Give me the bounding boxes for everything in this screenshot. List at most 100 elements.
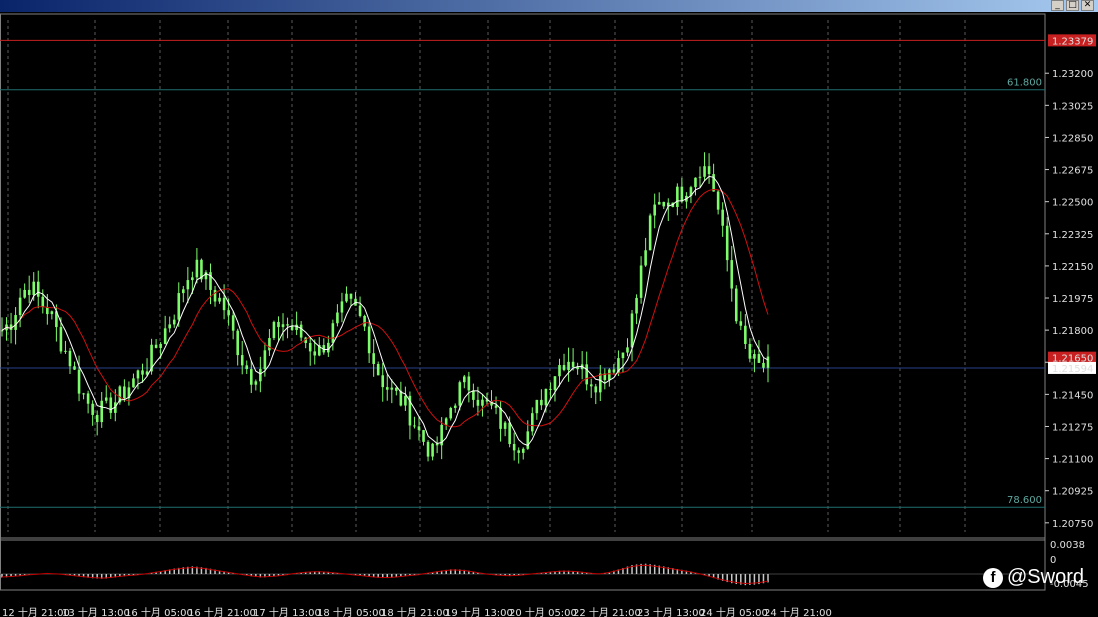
candle-body: [18, 297, 22, 316]
candle-body: [82, 393, 85, 395]
candle-body: [0, 330, 4, 332]
candle-body: [277, 321, 280, 328]
candle-body: [73, 366, 76, 370]
candle-body: [639, 265, 643, 298]
candle-body: [680, 186, 684, 202]
time-axis-label: 24 十月 05:00: [700, 606, 768, 617]
candle-body: [730, 260, 734, 289]
chart-canvas[interactable]: 12 十月 21:0013 十月 13:0016 十月 05:0016 十月 2…: [0, 12, 1098, 617]
candle-body: [254, 381, 258, 385]
candle-body: [249, 369, 253, 385]
candle-body: [512, 444, 516, 451]
candle-body: [657, 201, 661, 205]
candle-body: [535, 399, 539, 414]
candle-body: [345, 293, 348, 302]
candle-body: [222, 297, 226, 311]
candle-body: [295, 324, 298, 330]
candle-body: [186, 280, 190, 290]
candle-body: [308, 343, 312, 352]
candle-body: [481, 399, 484, 406]
candle-body: [413, 425, 416, 427]
candle-body: [104, 397, 108, 401]
candle-body: [272, 321, 276, 339]
price-axis-label: 1.20925: [1052, 487, 1093, 498]
candle-body: [27, 289, 31, 296]
candle-body: [517, 450, 521, 453]
candle-body: [159, 343, 162, 348]
price-axis-label: 1.23025: [1052, 101, 1093, 112]
candle-body: [95, 414, 99, 423]
candle-body: [540, 399, 543, 406]
candle-body: [163, 328, 167, 344]
candle-body: [50, 311, 54, 315]
plot-border: [0, 13, 1046, 541]
ma-slow-line: [1, 188, 769, 428]
minimize-button[interactable]: _: [1051, 0, 1064, 11]
candle-body: [648, 215, 652, 251]
candle-body: [739, 321, 743, 326]
candle-body: [299, 324, 303, 338]
chart-window[interactable]: 12 十月 21:00 13 十月 13:00 16 十月 05:00 16 十月 2…: [0, 12, 1098, 617]
candle-body: [449, 407, 453, 419]
candle-body: [725, 225, 729, 261]
candle-body: [136, 370, 140, 379]
candle-body: [703, 166, 706, 177]
facebook-icon: f: [983, 567, 1003, 588]
candle-body: [662, 201, 666, 207]
watermark-text: @Sword: [1007, 566, 1084, 588]
candle-body: [734, 288, 738, 322]
candle-body: [36, 281, 40, 297]
close-button[interactable]: ✕: [1081, 0, 1094, 11]
candle-body: [549, 388, 552, 390]
window-controls: _ □ ✕: [1051, 0, 1094, 11]
candle-body: [526, 431, 530, 449]
candle-body: [77, 369, 81, 394]
candle-body: [404, 395, 407, 406]
candle-body: [86, 393, 90, 404]
candle-body: [608, 369, 611, 381]
time-axis-label: 17 十月 13:00: [253, 606, 321, 617]
candle-body: [376, 363, 380, 376]
candle-body: [567, 361, 570, 371]
candle-body: [612, 369, 616, 373]
candle-body: [576, 367, 579, 370]
candle-body: [458, 382, 462, 406]
candle-body: [259, 368, 262, 382]
window-title-bar[interactable]: _ □ ✕: [0, 0, 1098, 12]
watermark: f @Sword: [983, 566, 1084, 589]
candle-body: [694, 177, 697, 188]
time-axis-label: 23 十月 13:00: [637, 606, 705, 617]
time-axis-label: 12 十月 21:00: [2, 606, 70, 617]
ma-fast-line: [1, 175, 769, 447]
candle-body: [744, 325, 747, 344]
candle-body: [336, 312, 339, 324]
candle-body: [598, 373, 602, 393]
candle-body: [422, 430, 425, 442]
candle-body: [494, 405, 498, 408]
candle-body: [453, 405, 457, 408]
price-axis-label: 1.22325: [1052, 230, 1093, 241]
time-axis-label: 24 十月 21:00: [764, 606, 832, 617]
price-axis-label: 1.23200: [1052, 69, 1093, 80]
candle-body: [390, 387, 394, 390]
candle-body: [236, 330, 239, 356]
candle-body: [467, 376, 471, 391]
time-axis-label: 13 十月 13:00: [62, 606, 130, 617]
candle-body: [168, 324, 172, 329]
price-axis-label: 1.22500: [1052, 198, 1093, 209]
candle-body: [32, 281, 36, 296]
candle-body: [367, 326, 371, 354]
candle-body: [195, 259, 199, 278]
price-axis-label: 1.20750: [1052, 519, 1093, 530]
candle-body: [753, 354, 756, 359]
candle-body: [621, 352, 625, 359]
fib-level-label: 78.600: [1007, 495, 1042, 506]
candle-body: [240, 355, 244, 366]
candle-body: [41, 296, 45, 307]
time-axis-label: 20 十月 05:00: [509, 606, 577, 617]
maximize-button[interactable]: □: [1066, 0, 1079, 11]
candle-body: [358, 305, 362, 316]
candle-body: [762, 362, 765, 368]
candle-body: [585, 364, 588, 385]
candle-body: [172, 319, 176, 325]
